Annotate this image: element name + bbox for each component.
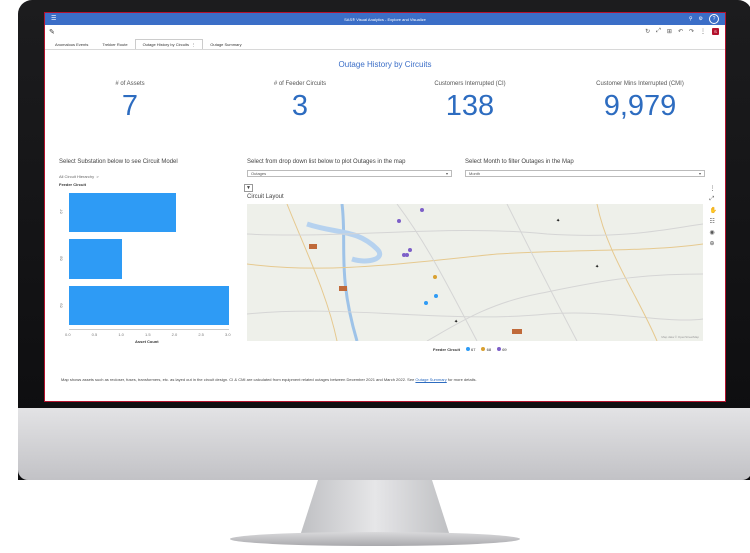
chevron-down-icon: ▾: [445, 171, 448, 176]
report-badge[interactable]: S: [712, 28, 719, 35]
monitor-stand: [300, 480, 450, 536]
redo-icon[interactable]: ↷: [689, 28, 694, 35]
hamburger-menu-icon[interactable]: ☰: [51, 15, 56, 23]
legend-item[interactable]: 68: [481, 347, 491, 352]
locate-icon[interactable]: ◉: [710, 229, 717, 236]
tab-outage-summary[interactable]: Outage Summary: [203, 39, 248, 49]
kpi-label: # of Feeder Circuits: [273, 81, 327, 87]
kpi-label: Customers Interrupted (CI): [434, 81, 506, 87]
x-tick-label: 0.0: [65, 332, 71, 337]
map-asset-point[interactable]: [408, 248, 412, 252]
monitor-chin: [18, 408, 750, 480]
outage-dropdown[interactable]: Outages ▾: [247, 170, 452, 177]
kpi-row: # of Assets 7 # of Feeder Circuits 3 Cus…: [45, 81, 725, 137]
outage-summary-link[interactable]: Outage Summary: [415, 377, 446, 382]
app-titlebar: ☰ SAS® Visual Analytics - Explore and Vi…: [45, 13, 725, 25]
y-tick-label: 69: [58, 302, 64, 308]
map-asset-point[interactable]: [405, 253, 409, 257]
outage-dropdown-heading: Select from drop down list below to plot…: [247, 159, 406, 165]
tab-trekker-route[interactable]: Trekker Route: [95, 39, 134, 49]
map-toolbar: ⋮ ⤢ ✋ ☷ ◉ ⊕: [710, 185, 717, 247]
month-filter-heading: Select Month to filter Outages in the Ma…: [465, 159, 574, 165]
undo-icon[interactable]: ↶: [678, 28, 683, 35]
bar-feeder-67[interactable]: [69, 192, 176, 232]
bar-feeder-69[interactable]: [69, 286, 229, 326]
x-axis-title: Asset Count: [135, 339, 159, 344]
kpi-customer-mins[interactable]: Customer Mins Interrupted (CMI) 9,979: [555, 81, 725, 137]
map-pin-icon[interactable]: ✦: [454, 319, 458, 325]
tab-anomalous-events[interactable]: Anomalous Events: [48, 39, 95, 49]
edit-pencil-icon[interactable]: ✎: [49, 28, 55, 36]
gear-icon[interactable]: ⚙: [699, 16, 703, 22]
legend-item[interactable]: 67: [465, 347, 475, 352]
kpi-value: 138: [445, 90, 495, 122]
x-axis-line: [69, 329, 229, 330]
kpi-value: 7: [121, 90, 139, 122]
kpi-feeder-circuits[interactable]: # of Feeder Circuits 3: [215, 81, 385, 137]
search-icon[interactable]: ⚲: [689, 16, 693, 22]
x-tick-label: 1.5: [145, 332, 151, 337]
user-icon[interactable]: ?: [709, 14, 719, 24]
app-title: SAS® Visual Analytics - Explore and Visu…: [344, 16, 426, 22]
kpi-value: 3: [291, 90, 309, 122]
screen: ☰ SAS® Visual Analytics - Explore and Vi…: [44, 12, 726, 402]
month-dropdown[interactable]: Month ▾: [465, 170, 705, 177]
map-asset-point[interactable]: [434, 294, 438, 298]
report-toolbar: ✎ ↻ ⤢ ⊞ ↶ ↷ ⋮ S: [45, 25, 725, 39]
circuit-layout-title: Circuit Layout: [247, 194, 284, 200]
map-legend: Feeder Circuit 67 68 69: [433, 347, 507, 352]
x-tick-label: 2.0: [171, 332, 178, 337]
kpi-assets[interactable]: # of Assets 7: [45, 81, 215, 137]
map-asset-point[interactable]: [420, 208, 424, 212]
y-tick-label: 67: [58, 209, 64, 215]
x-tick-label: 0.5: [91, 332, 98, 337]
legend-item[interactable]: 69: [497, 347, 507, 352]
tab-menu-icon[interactable]: ⋮: [191, 42, 195, 47]
feeder-circuit-bar-chart[interactable]: 67 68 69 0.0 0.5 1.0 1.5 2.0 2.5 3.0 Asset Count: [59, 189, 239, 349]
more-icon[interactable]: ⋮: [700, 28, 706, 35]
kpi-value: 9,979: [603, 90, 677, 122]
map-asset-point[interactable]: [433, 275, 437, 279]
page-title: Outage History by Circuits: [338, 60, 432, 69]
expand-button[interactable]: ▼: [244, 184, 253, 192]
x-tick-label: 2.5: [198, 332, 204, 337]
expand-icon[interactable]: ⤢: [656, 28, 661, 35]
kpi-customers-interrupted[interactable]: Customers Interrupted (CI) 138: [385, 81, 555, 137]
chart-y-title: Feeder Circuit: [59, 182, 86, 187]
report-tabs: Anomalous Events Trekker Route Outage Hi…: [45, 39, 725, 50]
map-asset-point[interactable]: [397, 219, 401, 223]
chevron-down-icon: ▾: [698, 171, 701, 176]
tab-outage-history[interactable]: Outage History by Circuits ⋮: [134, 39, 204, 49]
pan-hand-icon[interactable]: ✋: [710, 207, 717, 214]
x-tick-label: 1.0: [118, 332, 124, 337]
footer-note: Map shows assets such as recloser, fuses…: [61, 377, 477, 382]
map-attribution: Map data © OpenStreetMap: [661, 335, 699, 339]
maximize-icon[interactable]: ⤢: [710, 196, 717, 203]
legend-title: Feeder Circuit: [433, 347, 460, 352]
monitor-base: [230, 532, 520, 546]
x-tick-label: 3.0: [225, 332, 231, 337]
y-tick-label: 68: [58, 256, 64, 261]
map-basemap: [247, 204, 703, 341]
map-asset-point[interactable]: [424, 301, 428, 305]
refresh-icon[interactable]: ↻: [645, 28, 650, 35]
map-pin-icon[interactable]: ✦: [556, 218, 560, 224]
kpi-label: Customer Mins Interrupted (CMI): [596, 81, 684, 87]
bar-feeder-68[interactable]: [69, 239, 123, 279]
circuit-map[interactable]: ✦ ✦ ✦ Map data © OpenStreetMap: [247, 204, 703, 341]
grid-icon[interactable]: ⊞: [667, 28, 672, 35]
map-pin-icon[interactable]: ✦: [595, 264, 599, 270]
substation-heading: Select Substation below to see Circuit M…: [59, 159, 178, 165]
kpi-label: # of Assets: [115, 81, 145, 87]
zoom-icon[interactable]: ⊕: [710, 240, 717, 247]
hierarchy-breadcrumb[interactable]: All Circuit Hierarchy >: [59, 174, 99, 179]
layers-icon[interactable]: ☷: [710, 218, 717, 225]
more-icon[interactable]: ⋮: [710, 185, 717, 192]
